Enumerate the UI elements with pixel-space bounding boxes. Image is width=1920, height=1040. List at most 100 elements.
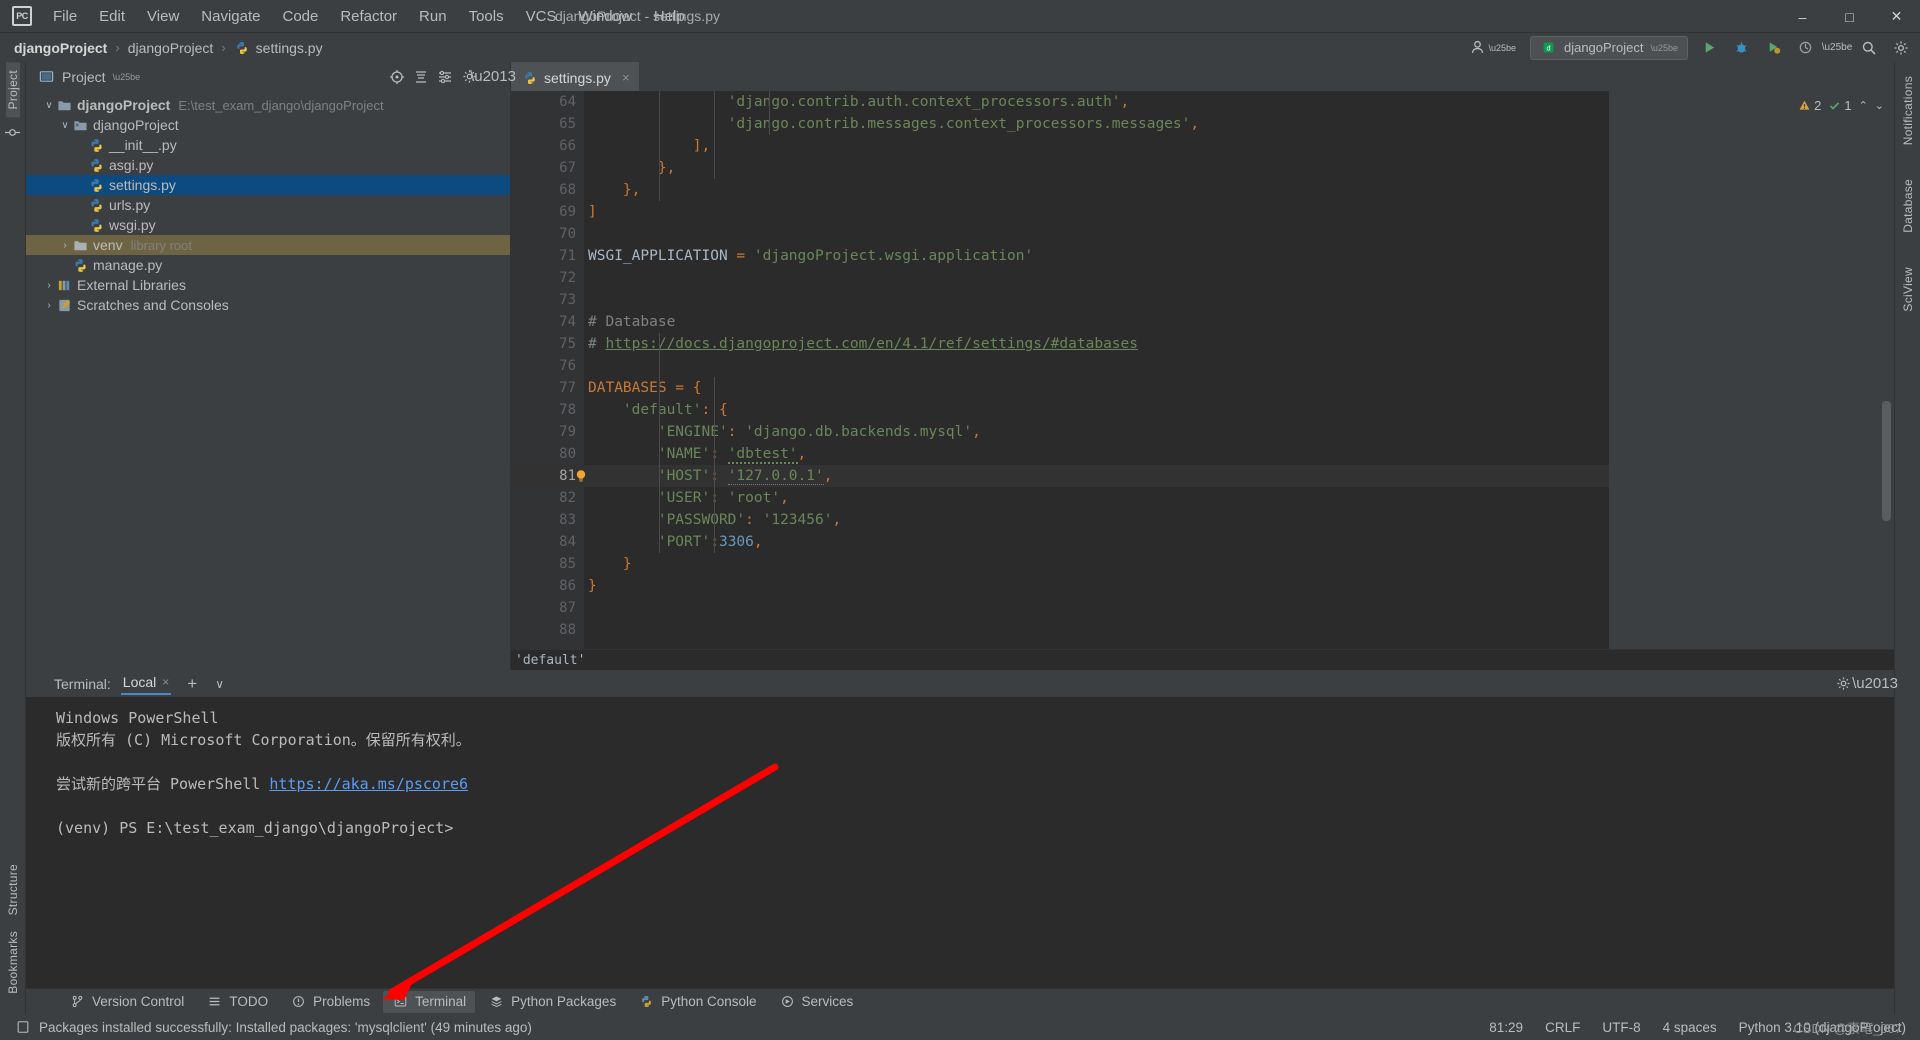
gutter-line-number[interactable]: 73 xyxy=(511,289,584,311)
target-icon[interactable] xyxy=(386,66,408,88)
code-line[interactable]: DATABASES = { xyxy=(584,377,1609,399)
gutter-line-number[interactable]: 64 xyxy=(511,91,584,113)
tool-window-button-problems[interactable]: Problems xyxy=(281,991,379,1013)
line-separator[interactable]: CRLF xyxy=(1545,1020,1580,1035)
code-line[interactable] xyxy=(584,597,1609,619)
code-line[interactable]: ] xyxy=(584,201,1609,223)
gutter-line-number[interactable]: 71 xyxy=(511,245,584,267)
menu-navigate[interactable]: Navigate xyxy=(190,4,271,29)
code-text-area[interactable]: 'django.contrib.auth.context_processors.… xyxy=(584,91,1609,649)
gutter-line-number[interactable]: 82 xyxy=(511,487,584,509)
gutter-line-number[interactable]: 67⊟ xyxy=(511,157,596,179)
project-panel-title[interactable]: Project \u25be xyxy=(38,69,140,85)
gutter-line-number[interactable]: 79 xyxy=(511,421,584,443)
tree-node-manage-py[interactable]: manage.py xyxy=(26,255,510,275)
gutter-line-number[interactable]: 77⊟ xyxy=(511,377,596,399)
menu-tools[interactable]: Tools xyxy=(458,4,515,29)
chevron-down-icon[interactable]: ∨ xyxy=(42,100,56,111)
code-line[interactable]: 'USER': 'root', xyxy=(584,487,1609,509)
chevron-right-icon[interactable]: › xyxy=(42,280,56,291)
terminal-tab-local[interactable]: Local × xyxy=(120,672,172,695)
coverage-icon[interactable] xyxy=(1762,37,1784,59)
intention-bulb-icon[interactable] xyxy=(573,468,589,484)
hide-panel-icon[interactable]: \u2013 xyxy=(470,66,516,88)
tree-node-settings-py[interactable]: settings.py xyxy=(26,175,510,195)
menu-file[interactable]: File xyxy=(42,4,88,29)
menu-edit[interactable]: Edit xyxy=(88,4,136,29)
run-icon[interactable] xyxy=(1698,37,1720,59)
tree-node-wsgi-py[interactable]: wsgi.py xyxy=(26,215,510,235)
gutter-line-number[interactable]: 74⊟ xyxy=(511,311,596,333)
gutter-line-number[interactable]: 70 xyxy=(511,223,584,245)
indent-setting[interactable]: 4 spaces xyxy=(1663,1020,1717,1035)
gutter-line-number[interactable]: 68⊟ xyxy=(511,179,596,201)
rail-item-project[interactable]: Project xyxy=(5,62,20,118)
gutter-line-number[interactable]: 87 xyxy=(511,597,584,619)
next-problem-icon[interactable]: ⌄ xyxy=(1875,99,1884,112)
terminal-output[interactable]: Windows PowerShell 版权所有 (C) Microsoft Cor… xyxy=(26,697,1894,988)
tree-node-asgi-py[interactable]: asgi.py xyxy=(26,155,510,175)
search-icon[interactable] xyxy=(1858,37,1880,59)
gutter-line-number[interactable]: 72 xyxy=(511,267,584,289)
more-actions-icon[interactable]: \u25be xyxy=(1822,37,1853,59)
tool-window-button-python-packages[interactable]: Python Packages xyxy=(479,991,625,1013)
gutter-line-number[interactable]: 69⊟ xyxy=(511,201,596,223)
code-line[interactable] xyxy=(584,267,1609,289)
gutter-line-number[interactable]: 65 xyxy=(511,113,584,135)
minimize-button[interactable]: – xyxy=(1779,0,1826,33)
project-settings-icon[interactable] xyxy=(434,66,456,88)
tree-node-djangoproject[interactable]: ∨ djangoProject E:\test_exam_django\django… xyxy=(26,95,510,115)
rail-item-structure[interactable]: Structure xyxy=(6,856,20,923)
gutter-line-number[interactable]: 88 xyxy=(511,619,584,641)
tool-window-button-terminal[interactable]: Terminal xyxy=(383,990,476,1013)
editor-scrollbar-thumb[interactable] xyxy=(1882,401,1891,521)
gear-icon[interactable] xyxy=(1890,37,1912,59)
code-line[interactable]: } xyxy=(584,575,1609,597)
code-line[interactable]: # Database xyxy=(584,311,1609,333)
gutter-line-number[interactable]: 66⊟ xyxy=(511,135,596,157)
tree-node-scratches-and-consoles[interactable]: › Scratches and Consoles xyxy=(26,295,510,315)
gutter-line-number[interactable]: 78⊟ xyxy=(511,399,596,421)
close-icon[interactable]: × xyxy=(622,70,630,85)
gutter-line-number[interactable]: 86⊟ xyxy=(511,575,596,597)
code-line[interactable]: }, xyxy=(584,179,1609,201)
menu-run[interactable]: Run xyxy=(408,4,458,29)
file-encoding[interactable]: UTF-8 xyxy=(1602,1020,1640,1035)
code-line[interactable]: 'PASSWORD': '123456', xyxy=(584,509,1609,531)
code-line[interactable]: 'default': { xyxy=(584,399,1609,421)
new-terminal-tab-icon[interactable]: + xyxy=(187,674,197,694)
terminal-tabs-chevron-icon[interactable]: ∨ xyxy=(215,677,224,691)
rail-item-bookmarks[interactable]: Bookmarks xyxy=(6,923,20,1002)
terminal-minimize-icon[interactable]: \u2013 xyxy=(1852,673,1898,695)
code-line[interactable]: } xyxy=(584,553,1609,575)
code-line[interactable] xyxy=(584,289,1609,311)
terminal-settings-gear-icon[interactable] xyxy=(1832,673,1854,695)
code-line[interactable]: 'NAME': 'dbtest', xyxy=(584,443,1609,465)
code-line[interactable]: }, xyxy=(584,157,1609,179)
code-line[interactable] xyxy=(584,619,1609,641)
rail-item-database[interactable]: Database xyxy=(1901,171,1915,241)
rail-item-notifications[interactable]: Notifications xyxy=(1901,68,1915,153)
tool-window-button-services[interactable]: Services xyxy=(770,991,863,1013)
editor-tab-settings-py[interactable]: settings.py × xyxy=(511,62,639,91)
code-line[interactable] xyxy=(584,223,1609,245)
tool-window-button-python-console[interactable]: Python Console xyxy=(629,991,765,1013)
code-line[interactable]: 'PORT':3306, xyxy=(584,531,1609,553)
tool-window-button-todo[interactable]: TODO xyxy=(197,991,277,1013)
tree-node-external-libraries[interactable]: › External Libraries xyxy=(26,275,510,295)
editor-gutter[interactable]: 646566⊟67⊟68⊟69⊟7071727374⊟75⊟7677⊟78⊟79… xyxy=(511,91,596,649)
caret-position[interactable]: 81:29 xyxy=(1489,1020,1523,1035)
menu-view[interactable]: View xyxy=(136,4,190,29)
gutter-line-number[interactable]: 80 xyxy=(511,443,584,465)
code-line[interactable]: 'django.contrib.auth.context_processors.… xyxy=(584,91,1609,113)
account-icon[interactable]: \u25be xyxy=(1469,39,1516,56)
code-line[interactable]: 'ENGINE': 'django.db.backends.mysql', xyxy=(584,421,1609,443)
prev-problem-icon[interactable]: ⌃ xyxy=(1859,99,1868,112)
tool-window-button-version-control[interactable]: Version Control xyxy=(60,991,193,1013)
code-line[interactable]: ], xyxy=(584,135,1609,157)
run-configuration-selector[interactable]: d djangoProject \u25be xyxy=(1529,35,1688,60)
gutter-line-number[interactable]: 85⊟ xyxy=(511,553,596,575)
gutter-line-number[interactable]: 84 xyxy=(511,531,584,553)
breadcrumb-project[interactable]: djangoProject xyxy=(14,40,107,56)
close-button[interactable]: ✕ xyxy=(1873,0,1920,33)
